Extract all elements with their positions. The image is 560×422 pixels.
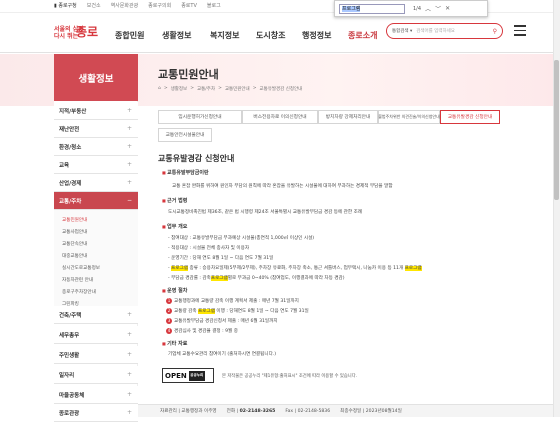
- search-highlight: 프로그램: [210, 276, 228, 281]
- sidebar-item-environment[interactable]: 환경/청소 +: [54, 138, 138, 156]
- submenu-item[interactable]: 교통민원안내: [54, 217, 138, 223]
- sidebar-title: 생활정보: [54, 54, 138, 101]
- utility-home-link[interactable]: ▮ 종로구청: [54, 2, 77, 9]
- content-heading: 교통유발부담금이란: [162, 169, 208, 176]
- find-bar: 프로그램 1/4 ︿ ﹀ ✕: [334, 0, 488, 17]
- kogl-license-badge: OPEN 공공누리: [162, 368, 214, 383]
- content-heading: 기타 자료: [162, 340, 187, 347]
- search-scope-select[interactable]: 통합검색 ▾: [392, 28, 412, 34]
- utility-link[interactable]: 종로TV: [181, 2, 197, 9]
- sidebar-item-safety[interactable]: 재난안전 +: [54, 120, 138, 138]
- tab-safety-facility[interactable]: 교통안전시설물안내: [158, 128, 212, 142]
- nav-item-admin[interactable]: 행정정보: [302, 30, 331, 41]
- tab-abandoned-car[interactable]: 방치차량 강제처리안내: [318, 110, 378, 124]
- content-text: - 참여대상 : 교통유발부담금 부과예상 시설물(총연적 1,000㎡ 이상인…: [168, 236, 315, 241]
- sidebar-item-realestate[interactable]: 지적/부동산 +: [54, 102, 138, 120]
- search-highlight: 프로그램: [198, 309, 215, 314]
- menu-icon[interactable]: [514, 25, 526, 36]
- step-item: 2 교통량 감축 프로그램 이행 : 당해연도 8월 1일 ~ 다음 연도 7월 …: [166, 308, 309, 314]
- tab-temp-permit[interactable]: 임시운행허가신청안내: [158, 110, 242, 124]
- submenu-item[interactable]: 실시간도로교통정보: [54, 265, 138, 271]
- submenu-item[interactable]: 교통사업안내: [54, 229, 138, 235]
- home-icon[interactable]: ⌂: [158, 86, 161, 92]
- sidebar: 지적/부동산 + 재난안전 + 환경/청소 + 교육 + 산업/경제 + 교통/주차 − 교…: [54, 101, 138, 422]
- content-text: 교통 혼잡 완화를 위하여 원인자 부담의 원칙에 따라 혼잡을 유발하는 시설…: [172, 184, 393, 189]
- sidebar-item-building[interactable]: 건축/주택 +: [54, 306, 138, 324]
- breadcrumb-current: 교통유발경감 신청안내: [259, 87, 303, 92]
- chevron-up-icon[interactable]: ︿: [425, 4, 431, 13]
- sidebar-item-tour[interactable]: 종로관광 +: [54, 404, 138, 422]
- nav-item-urban[interactable]: 도시창조: [256, 30, 285, 41]
- section-title: 교통유발경감 신청안내: [158, 154, 235, 163]
- content-text: - 운영기간 : 당해 연도 8월 1일 ~ 다음 연도 7월 31일: [168, 256, 274, 261]
- nav-item-life[interactable]: 생활정보: [162, 30, 191, 41]
- search-highlight: 프로그램: [404, 266, 422, 271]
- chevron-down-icon[interactable]: ﹀: [435, 4, 441, 13]
- utility-links: ▮ 종로구청 보건소 역사문화관광 종로구의회 종로TV 블로그: [54, 2, 221, 9]
- kogl-note: 본 저작물은 공공누리 "제1유형:출처표시" 조건에 따라 이용할 수 있습니…: [222, 374, 358, 379]
- submenu-item[interactable]: 교통단속안내: [54, 241, 138, 247]
- site-logo[interactable]: 서울의 심장 다시 뛰는 종로: [54, 24, 106, 46]
- nav-item-about[interactable]: 종로소개: [348, 30, 377, 41]
- breadcrumb-item[interactable]: 교통민원안내: [225, 86, 250, 92]
- scrollbar-thumb[interactable]: [554, 60, 559, 200]
- sidebar-item-resident[interactable]: 주민생활 +: [54, 346, 138, 364]
- step-item: 4 경감심사 및 경감율 결정 : 9월 중: [166, 328, 238, 334]
- tab-traffic-reduction[interactable]: 교통유발경감 신청안내: [440, 110, 500, 124]
- breadcrumb-item[interactable]: 교통/주차: [197, 86, 215, 92]
- breadcrumb-item[interactable]: 생활정보: [171, 86, 188, 92]
- page-info-footer: 자료관리 | 교통행정과 이주영 전화 | 02-2148-3265 Fax |…: [138, 404, 560, 417]
- nav-item-welfare[interactable]: 복지정보: [210, 30, 239, 41]
- content-text: - 프로그램 종류 : 승용차요일제(5부제/2부제), 주차장 유료화, 주차…: [168, 266, 422, 271]
- content-heading: 운영 절차: [162, 287, 187, 294]
- sidebar-item-tax[interactable]: 세무총무 +: [54, 326, 138, 344]
- nav-item-civil[interactable]: 종합민원: [115, 30, 144, 41]
- tab-bus-lane[interactable]: 버스전용차로 이의신청안내: [242, 110, 318, 124]
- close-icon[interactable]: ✕: [445, 5, 450, 12]
- submenu-item[interactable]: 자동차관련 안내: [54, 277, 138, 283]
- content-text: - 부담금 경감률 : 감축프로그램별로 부과금 0~40% (참여업도, 이행…: [168, 276, 345, 281]
- sidebar-item-jobs[interactable]: 일자리 +: [54, 366, 138, 384]
- search-highlight: 프로그램: [171, 266, 189, 271]
- utility-link[interactable]: 종로구의회: [148, 2, 171, 9]
- step-item: 1 교통행정과에 교통량 감축 이행 계획서 제출 : 매년 7월 31일까지: [166, 298, 299, 304]
- sidebar-item-economy[interactable]: 산업/경제 +: [54, 174, 138, 192]
- sidebar-item-traffic[interactable]: 교통/주차 −: [54, 192, 138, 210]
- find-input[interactable]: 프로그램: [339, 3, 405, 14]
- utility-link[interactable]: 보건소: [87, 2, 101, 9]
- content-text: - 적용대상 : 시설물 전체 종사자 및 이용자: [168, 246, 250, 251]
- sidebar-item-education[interactable]: 교육 +: [54, 156, 138, 174]
- search-box[interactable]: 통합검색 ▾ 검색어를 입력하세요 ⚲: [386, 23, 503, 39]
- search-input[interactable]: 검색어를 입력하세요: [416, 28, 455, 34]
- tab-parking-appeal[interactable]: 불법주차위반 의견진술/이의신청안내: [378, 110, 440, 124]
- submenu-item[interactable]: 종로구주차장안내: [54, 289, 138, 295]
- submenu-item[interactable]: 대중교통안내: [54, 253, 138, 259]
- page-title: 교통민원안내: [158, 68, 219, 81]
- search-icon[interactable]: ⚲: [493, 28, 497, 35]
- reference-link[interactable]: 기업체 교통수요관리 참여이기 (출처하시면 연결됩니다.): [168, 351, 276, 357]
- content-heading: 근거 법령: [162, 197, 187, 204]
- sidebar-submenu: 교통민원안내 교통사업안내 교통단속안내 대중교통안내 실시간도로교통정보 자동…: [54, 210, 138, 317]
- find-count: 1/4: [413, 5, 422, 12]
- sidebar-item-community[interactable]: 마을공동체 +: [54, 386, 138, 404]
- breadcrumb: ⌂ > 생활정보 > 교통/주차 > 교통민원안내 > 교통유발경감 신청안내: [158, 86, 303, 92]
- step-item: 3 교통유발부담금 경감신청서 제출 : 매년 6월 31일까지: [166, 318, 278, 324]
- content-heading: 업무 개요: [162, 223, 187, 230]
- content-text: 도시교통정비촉진법 제36조, 같은 법 시행령 제24조 서울특별시 교통유발…: [168, 210, 363, 215]
- utility-link[interactable]: 블로그: [207, 2, 221, 9]
- utility-link[interactable]: 역사문화관광: [111, 2, 139, 9]
